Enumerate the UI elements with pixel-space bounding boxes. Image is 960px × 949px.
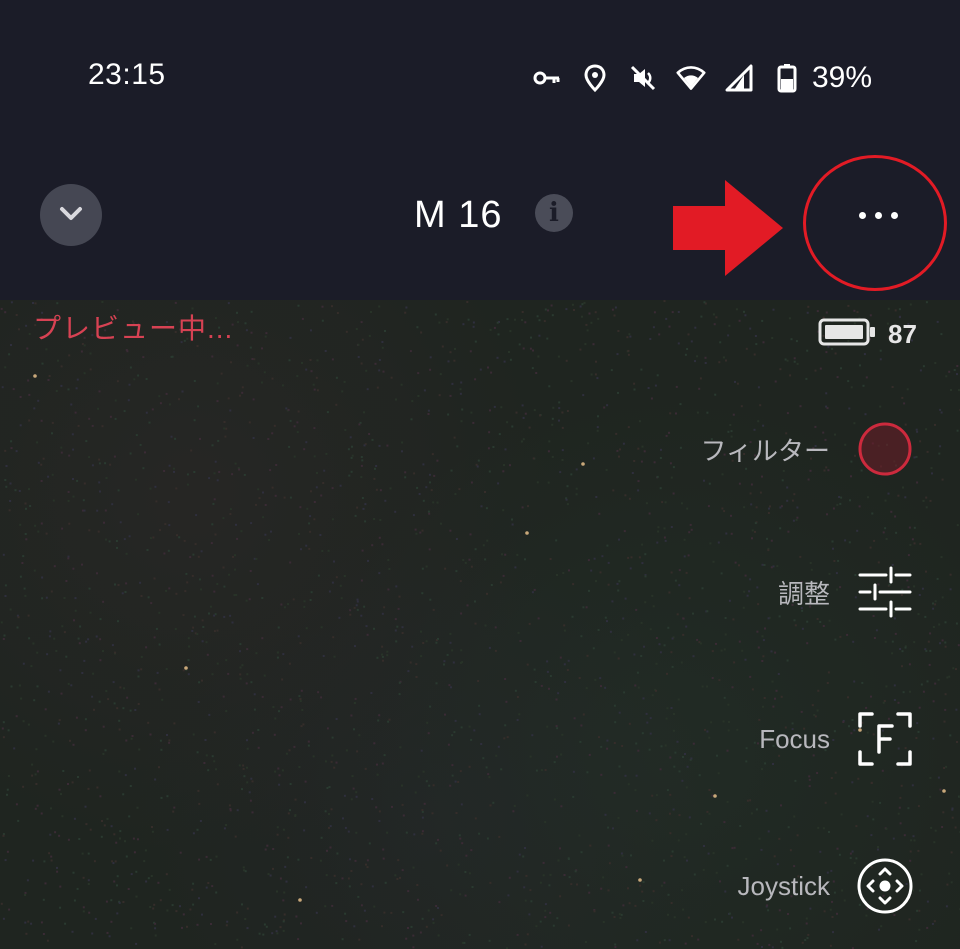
adjust-control[interactable]: 調整	[778, 563, 914, 621]
chevron-down-icon	[56, 198, 86, 233]
device-battery: 87	[818, 318, 917, 351]
adjust-label: 調整	[777, 578, 830, 609]
info-icon[interactable]: i	[535, 194, 573, 232]
more-options-button[interactable]	[838, 188, 918, 242]
image-viewer[interactable]: プレビュー中... 87 フィルター 調整 Focus Joystick	[0, 300, 960, 949]
filter-circle-icon	[856, 420, 914, 478]
filter-label: フィルター	[700, 435, 830, 466]
battery-percent: 39%	[811, 61, 872, 94]
more-horizontal-icon	[858, 211, 866, 219]
device-battery-level: 87	[888, 319, 917, 349]
sliders-icon	[856, 563, 914, 621]
focus-f-icon	[856, 710, 914, 768]
location-icon	[580, 63, 610, 93]
filter-control[interactable]: フィルター	[701, 420, 914, 478]
status-time: 23:15	[88, 58, 166, 91]
status-bar: 23:15 39%	[0, 0, 960, 150]
joystick-icon	[856, 857, 914, 915]
vpn-key-icon	[532, 63, 562, 93]
focus-control[interactable]: Focus	[759, 710, 914, 768]
collapse-button[interactable]	[40, 184, 102, 246]
app-bar: M 16 i	[0, 150, 960, 300]
red-arrow-annotation	[673, 180, 783, 276]
battery-icon	[772, 63, 802, 93]
signal-icon	[724, 63, 754, 93]
preview-status: プレビュー中...	[33, 313, 234, 344]
mute-icon	[628, 63, 658, 93]
device-battery-icon	[818, 318, 876, 351]
wifi-icon	[676, 63, 706, 93]
status-icons: 39%	[532, 58, 872, 98]
star-field-image	[0, 300, 960, 949]
focus-label: Focus	[759, 723, 830, 754]
page-title: M 16	[414, 194, 503, 236]
joystick-control[interactable]: Joystick	[738, 857, 914, 915]
joystick-label: Joystick	[737, 870, 830, 901]
